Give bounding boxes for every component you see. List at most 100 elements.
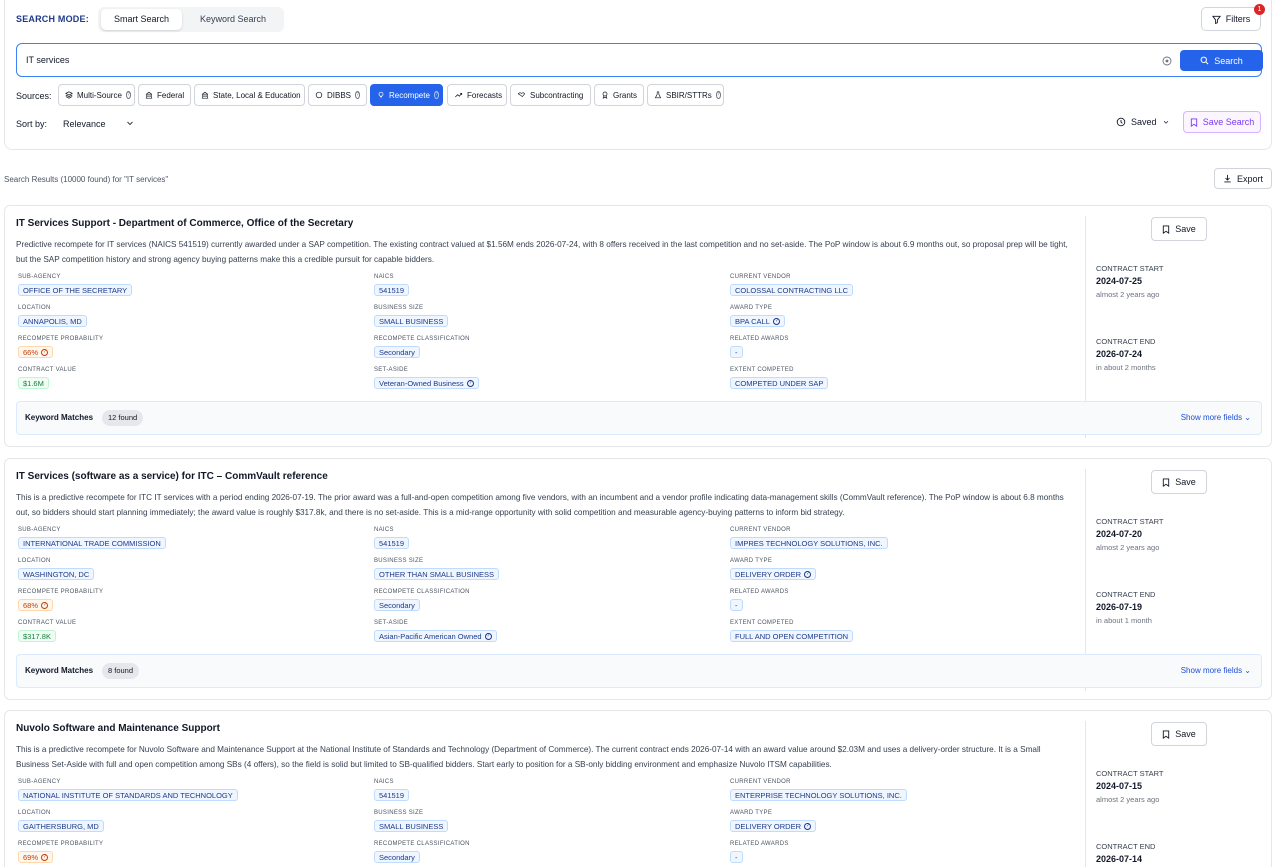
save-search-button[interactable]: Save Search [1183,111,1261,133]
source-chip-dibbs[interactable]: DIBBS? [308,84,367,106]
field-value-pill: Secondary [374,599,420,611]
field-related-awards: RELATED AWARDS - [730,589,789,611]
save-button[interactable]: Save [1151,470,1207,494]
source-chip-label: Federal [157,90,185,100]
search-input[interactable]: IT services [26,55,69,65]
export-button[interactable]: Export [1214,168,1272,189]
field-value: OFFICE OF THE SECRETARY [23,285,128,295]
keyword-matches-label: Keyword Matches [25,413,94,422]
save-button[interactable]: Save [1151,217,1207,241]
field-sub-agency: SUB-AGENCY NATIONAL INSTITUTE OF STANDARD… [18,779,238,801]
keyword-matches: Keyword Matches 12 found Show more fields … [16,401,1262,435]
field-value-pill: OTHER THAN SMALL BUSINESS [374,568,500,580]
field-value-pill: COMPETED UNDER SAP [730,377,829,389]
building-icon [145,91,153,99]
filters-button[interactable]: Filters 1 [1201,4,1265,31]
show-more-fields-link[interactable]: Show more fields ⌄ [1181,666,1251,675]
source-chip-subcontracting[interactable]: Subcontracting [510,84,591,106]
field-label: CURRENT VENDOR [730,274,791,280]
field-value-pill: 66%? [18,346,54,358]
show-more-fields-link[interactable]: Show more fields ⌄ [1181,413,1251,422]
source-chip-recompete[interactable]: Recompete? [370,84,443,106]
field-recompete-probability: RECOMPETE PROBABILITY 68%? [18,589,103,611]
source-chip-federal[interactable]: Federal [138,84,191,106]
info-icon: ? [484,632,492,640]
field-label: RECOMPETE CLASSIFICATION [374,589,470,595]
source-chip-forecasts[interactable]: Forecasts [447,84,507,106]
result-description: This is a predictive recompete for Nuvol… [16,745,1041,769]
field-value-pill: DELIVERY ORDER? [730,568,816,580]
field-value: COLOSSAL CONTRACTING LLC [735,285,849,295]
field-label: AWARD TYPE [730,558,773,564]
field-value: Veteran-Owned Business [379,378,464,388]
field-value: 541519 [379,790,405,800]
field-naics: NAICS 541519 [374,274,410,296]
contract-start-date: 2024-07-20 [1096,529,1143,539]
field-value-pill: SMALL BUSINESS [374,315,449,327]
field-label: BUSINESS SIZE [374,558,424,564]
field-business-size: BUSINESS SIZE OTHER THAN SMALL BUSINESS [374,558,500,580]
field-value: NATIONAL INSTITUTE OF STANDARDS AND TECH… [23,790,233,800]
field-label: LOCATION [18,558,51,564]
contract-end-date: 2026-07-19 [1096,602,1143,612]
result-description: Predictive recompete for IT services (NA… [16,240,1068,264]
source-chip-multi-source[interactable]: Multi-Source? [58,84,135,106]
field-value-pill: BPA CALL? [730,315,785,327]
history-icon [1116,117,1126,127]
field-sub-agency: SUB-AGENCY INTERNATIONAL TRADE COMMISSION [18,527,166,549]
field-recompete-classification: RECOMPETE CLASSIFICATION Secondary [374,589,470,611]
field-value: BPA CALL [735,316,770,326]
bookmark-icon [1162,729,1170,739]
field-label: RECOMPETE PROBABILITY [18,336,104,342]
source-chip-sbir-sttrs[interactable]: SBIR/STTRs? [647,84,724,106]
contract-end-label: CONTRACT END [1096,590,1156,599]
save-search-label: Save Search [1202,117,1255,127]
result-card: IT Services (software as a service) for … [4,458,1272,700]
info-icon: ? [125,91,131,99]
field-value: DELIVERY ORDER [735,569,801,579]
source-chip-label: DIBBS [327,90,352,100]
keyword-count-badge: 8 found [102,663,140,679]
source-chip-grants[interactable]: Grants [594,84,644,106]
saved-dropdown[interactable]: Saved [1116,117,1170,127]
field-value-pill: ENTERPRISE TECHNOLOGY SOLUTIONS, INC. [730,789,907,801]
field-extent-competed: EXTENT COMPETED FULL AND OPEN COMPETITION [730,620,854,642]
tab-keyword-search[interactable]: Keyword Search [187,9,279,30]
clear-search-icon[interactable] [1162,56,1172,66]
field-value: Secondary [379,600,415,610]
result-title[interactable]: IT Services Support - Department of Comm… [16,218,353,229]
field-label: LOCATION [18,810,51,816]
flask-icon [654,91,662,99]
field-label: CONTRACT VALUE [18,367,77,373]
save-button-label: Save [1175,729,1196,739]
sort-select[interactable]: Relevance [63,119,106,129]
field-value: 541519 [379,538,405,548]
result-title[interactable]: Nuvolo Software and Maintenance Support [16,723,220,734]
save-button[interactable]: Save [1151,722,1207,746]
field-value: OTHER THAN SMALL BUSINESS [379,569,495,579]
trend-icon [454,91,463,99]
source-chip-label: Recompete [389,90,430,100]
source-chip-label: State, Local & Education [213,90,301,100]
field-location: LOCATION ANNAPOLIS, MD [18,305,87,327]
info-icon: ? [433,91,439,99]
field-recompete-classification: RECOMPETE CLASSIFICATION Secondary [374,336,470,358]
contract-end-label: CONTRACT END [1096,842,1156,851]
info-icon: ? [804,570,811,578]
source-chip-state-local-education[interactable]: State, Local & Education [194,84,305,106]
chevron-down-icon[interactable] [125,118,135,128]
field-value: - [735,600,738,610]
field-recompete-probability: RECOMPETE PROBABILITY 66%? [18,336,103,358]
search-mode-label: SEARCH MODE: [16,14,89,24]
sort-label: Sort by: [16,119,48,129]
saved-label: Saved [1131,117,1157,127]
field-value-pill: OFFICE OF THE SECRETARY [18,284,133,296]
field-label: RECOMPETE CLASSIFICATION [374,336,470,342]
search-panel: SEARCH MODE: Smart Search Keyword Search… [4,0,1272,150]
bookmark-icon [1162,477,1170,487]
result-card: Nuvolo Software and Maintenance Support T… [4,710,1272,867]
tab-smart-search[interactable]: Smart Search [101,9,182,30]
search-button[interactable]: Search [1180,50,1263,71]
result-title[interactable]: IT Services (software as a service) for … [16,471,328,482]
field-value-pill: 69%? [18,851,54,863]
